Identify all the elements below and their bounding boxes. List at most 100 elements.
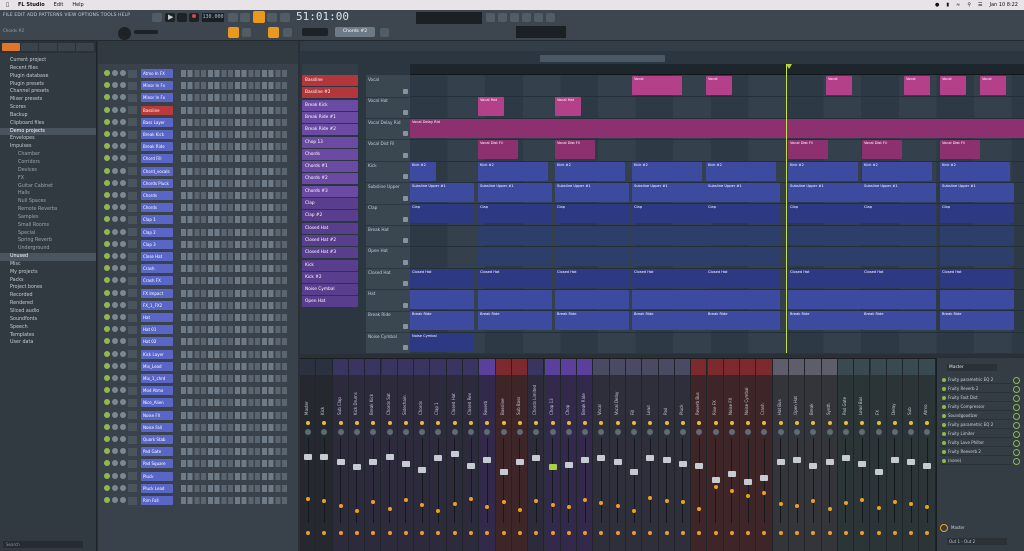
playlist-clip[interactable]: Break Ride: [940, 311, 1014, 331]
channel-mute-led[interactable]: [104, 350, 110, 357]
playlist-clip[interactable]: Vocal: [904, 76, 930, 95]
channel-volume-knob[interactable]: [120, 204, 126, 211]
mixer-pan-knob[interactable]: [337, 429, 344, 435]
channel-pan-knob[interactable]: [112, 448, 118, 455]
channel-row[interactable]: Clap 2: [98, 227, 298, 238]
browser-item[interactable]: Underground: [0, 245, 96, 253]
mixer-send-knob[interactable]: [697, 531, 702, 535]
mixer-pan-knob[interactable]: [647, 429, 654, 435]
mixer-strip[interactable]: Sub Clap: [332, 359, 349, 551]
mixer-pan-knob[interactable]: [500, 429, 507, 435]
mixer-route-knob[interactable]: [550, 503, 555, 507]
track-header[interactable]: Break Hat: [366, 225, 410, 248]
channel-pan-knob[interactable]: [112, 216, 118, 223]
browser-item[interactable]: Spring Reverb: [0, 237, 96, 245]
channel-name-button[interactable]: Bassline: [141, 105, 173, 115]
mixer-strip[interactable]: Lead Bus: [854, 359, 871, 551]
mixer-track-name[interactable]: Noise Cymbal: [744, 379, 752, 415]
track-solo-led[interactable]: [403, 109, 408, 115]
channel-pan-knob[interactable]: [112, 375, 118, 381]
mixer-volume-fader[interactable]: [499, 469, 508, 475]
mixer-send-knob[interactable]: [729, 531, 734, 535]
playlist-clip[interactable]: Closed Hat: [410, 268, 474, 288]
fl-main-menu[interactable]: FILE EDIT ADD PATTERNS VIEW OPTIONS TOOL…: [3, 13, 148, 21]
playlist-clip[interactable]: Kick #2: [410, 161, 436, 181]
mixer-volume-fader[interactable]: [304, 454, 312, 460]
mixer-send-knob[interactable]: [566, 531, 571, 535]
channel-row[interactable]: Pluck Lead: [98, 483, 298, 494]
fx-slot-enable-led[interactable]: [942, 441, 946, 445]
playlist-clip[interactable]: [555, 290, 629, 309]
mixer-pan-knob[interactable]: [679, 429, 686, 435]
mixer-send-knob[interactable]: [387, 531, 392, 535]
playlist-clip[interactable]: Clap: [862, 204, 936, 224]
mixer-pan-knob[interactable]: [549, 429, 556, 435]
playlist-clip[interactable]: Break Ride: [410, 311, 474, 331]
channel-volume-knob[interactable]: [120, 326, 126, 333]
step-sequencer[interactable]: [181, 70, 289, 77]
browser-item[interactable]: Soundfonts: [0, 316, 96, 324]
playlist-clip[interactable]: [555, 247, 629, 267]
playlist-clip[interactable]: [706, 290, 780, 309]
mixer-strip[interactable]: Chords Sat: [381, 359, 398, 551]
track-header[interactable]: Vocal Delay Rid: [366, 118, 410, 141]
pattern-item[interactable]: Chords #3: [302, 185, 358, 197]
playlist-clip[interactable]: Kick #2: [478, 161, 548, 181]
mixer-track-led[interactable]: [469, 421, 473, 425]
playlist-clip[interactable]: Vocal: [706, 76, 732, 95]
fx-slot-mix-knob[interactable]: [1013, 430, 1020, 438]
mixer-volume-fader[interactable]: [890, 457, 899, 463]
step-sequencer[interactable]: [181, 350, 289, 358]
mixer-strip[interactable]: Reverb: [479, 359, 496, 551]
mixer-pan-knob[interactable]: [614, 429, 621, 435]
channel-mute-led[interactable]: [104, 472, 110, 479]
mixer-strip[interactable]: Kick: [316, 359, 333, 551]
mixer-strip[interactable]: Noise Cymbal: [740, 359, 757, 551]
channel-mixer-track[interactable]: [128, 447, 137, 456]
mixer-pan-knob[interactable]: [761, 429, 768, 435]
channel-mixer-track[interactable]: [128, 350, 137, 359]
browser-item[interactable]: Samples: [0, 214, 96, 222]
channel-name-button[interactable]: Mix_1_chrd: [141, 374, 173, 383]
mixer-strip[interactable]: Open Hat: [789, 359, 806, 551]
channel-mute-led[interactable]: [104, 338, 110, 345]
playlist-clip[interactable]: Clap: [555, 204, 629, 224]
channel-mixer-track[interactable]: [128, 118, 137, 127]
channel-volume-knob[interactable]: [120, 82, 126, 89]
channel-mute-led[interactable]: [104, 460, 110, 467]
mixer-route-knob[interactable]: [664, 499, 669, 503]
channel-volume-knob[interactable]: [120, 228, 126, 235]
channel-mixer-track[interactable]: [128, 472, 137, 481]
track-solo-led[interactable]: [403, 174, 408, 180]
mixer-send-knob[interactable]: [778, 531, 783, 535]
mixer-track-name[interactable]: Chords: [418, 379, 426, 415]
channel-volume-knob[interactable]: [120, 240, 126, 247]
master-volume-knob[interactable]: [118, 27, 131, 40]
channel-name-button[interactable]: Chord_vocals: [141, 166, 173, 176]
mixer-strip[interactable]: Delay: [886, 359, 904, 551]
mixer-volume-fader[interactable]: [581, 457, 590, 463]
channel-row[interactable]: FX Impact: [98, 288, 298, 299]
playlist-clip[interactable]: Kick #2: [706, 161, 776, 181]
mixer-strip[interactable]: Hat Bus: [772, 359, 789, 551]
browser-item[interactable]: Channel presets: [0, 88, 96, 96]
channel-mixer-track[interactable]: [128, 325, 137, 334]
mixer-track-led[interactable]: [648, 421, 653, 425]
channel-mute-led[interactable]: [104, 314, 110, 320]
channel-pan-knob[interactable]: [112, 192, 118, 198]
mixer-route-knob[interactable]: [795, 504, 799, 508]
mixer-strip[interactable]: Closed Rev: [463, 359, 480, 551]
mixer-volume-fader[interactable]: [418, 467, 427, 473]
track-solo-led[interactable]: [403, 281, 408, 287]
mixer-track-name[interactable]: Vocal: [597, 379, 605, 415]
playlist-clip[interactable]: Clap: [940, 204, 1014, 224]
channel-row[interactable]: Kick Layer: [98, 349, 298, 360]
playlist-clip[interactable]: Closed Hat: [478, 268, 552, 288]
channel-row[interactable]: Clap 3: [98, 239, 298, 250]
fx-slot-enable-led[interactable]: [942, 387, 946, 391]
mixer-volume-fader[interactable]: [336, 459, 345, 465]
channel-mixer-track[interactable]: [128, 362, 137, 371]
channel-mixer-track[interactable]: [128, 386, 137, 395]
channel-mixer-track[interactable]: [128, 313, 137, 322]
toolbar-btn-5[interactable]: [534, 13, 543, 22]
